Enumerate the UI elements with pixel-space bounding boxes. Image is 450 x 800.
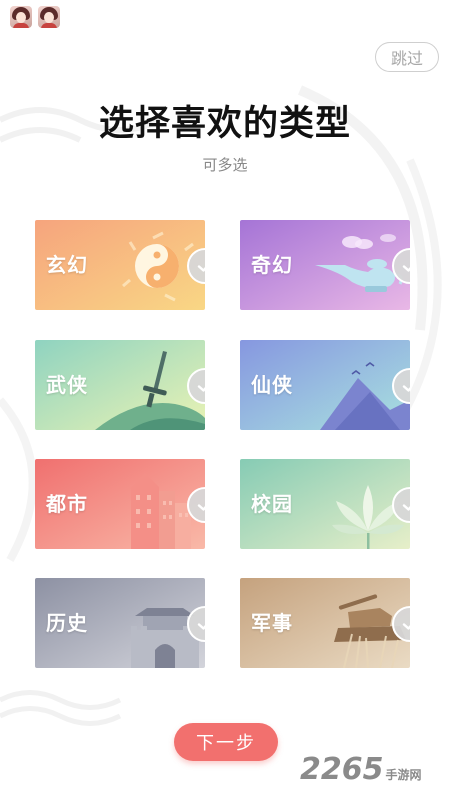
genre-card-junshi[interactable]: 军事: [240, 578, 410, 668]
avatar: [38, 6, 60, 28]
genre-label: 仙侠: [251, 373, 293, 397]
genre-card-qihuan[interactable]: 奇幻: [240, 220, 410, 310]
watermark-text: 手游网: [385, 768, 422, 782]
genre-card-xianxia[interactable]: 仙侠: [240, 340, 410, 430]
genre-card-wuxia[interactable]: 武侠: [35, 340, 205, 430]
genre-label: 玄幻: [46, 253, 88, 277]
genre-card-xuanhuan[interactable]: 玄幻: [35, 220, 205, 310]
genre-label: 武侠: [46, 373, 88, 397]
page-title: 选择喜欢的类型: [98, 104, 351, 144]
status-bar: [10, 6, 60, 28]
avatar: [10, 6, 32, 28]
genre-card-dushi[interactable]: 都市: [35, 459, 205, 549]
genre-label: 校园: [251, 492, 293, 516]
skip-button[interactable]: 跳过: [375, 42, 439, 72]
watermark: 2265 手游网: [300, 752, 422, 787]
genre-card-lishi[interactable]: 历史: [35, 578, 205, 668]
page-subtitle: 可多选: [202, 156, 248, 174]
next-step-button[interactable]: 下一步: [174, 723, 278, 761]
genre-label: 奇幻: [251, 253, 293, 277]
genre-label: 都市: [46, 492, 88, 516]
watermark-number: 2265: [300, 752, 384, 787]
genre-label: 军事: [251, 611, 293, 635]
genre-label: 历史: [46, 611, 88, 635]
genre-card-xiaoyuan[interactable]: 校园: [240, 459, 410, 549]
